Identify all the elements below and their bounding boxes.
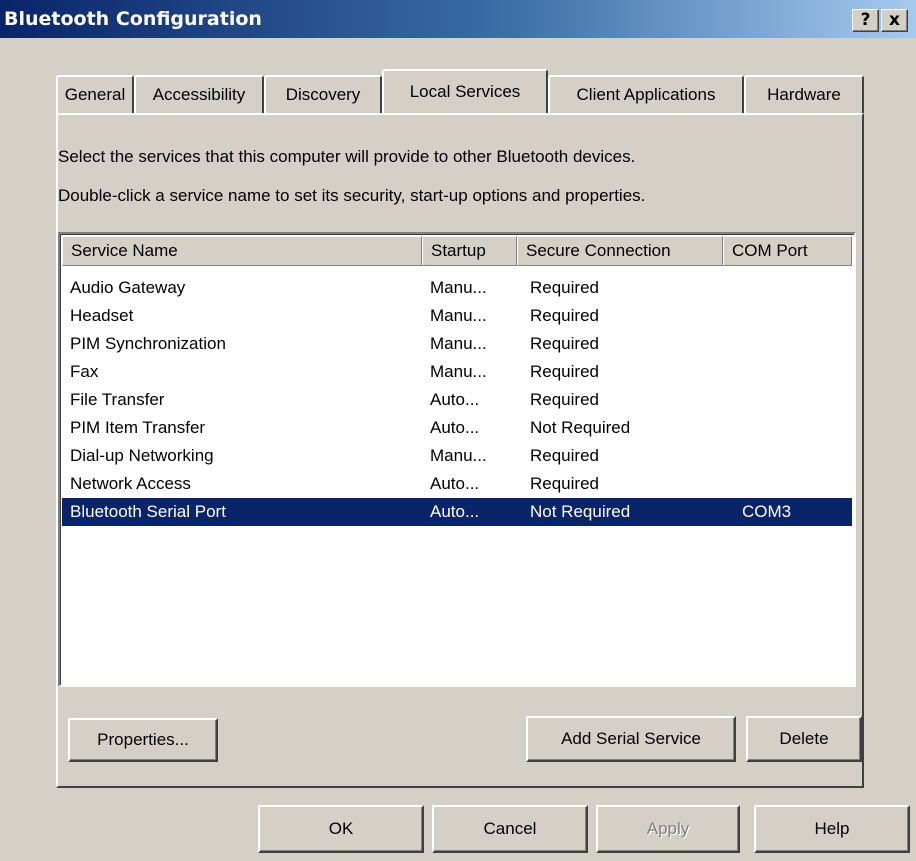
table-row[interactable]: Network Access Auto... Required: [62, 470, 852, 498]
apply-button[interactable]: Apply: [596, 805, 740, 853]
tab-accessibility[interactable]: Accessibility: [134, 75, 264, 113]
startup-cell: Auto...: [430, 390, 480, 409]
table-row[interactable]: Audio Gateway Manu... Required: [62, 274, 852, 302]
tab-client-applications[interactable]: Client Applications: [548, 75, 744, 113]
help-title-button[interactable]: ?: [852, 9, 879, 32]
com-port-cell: COM3: [742, 502, 792, 521]
service-name-cell: Fax: [70, 362, 99, 381]
secure-connection-cell: Required: [530, 306, 599, 325]
instruction-text-2: Double-click a service name to set its s…: [58, 186, 646, 205]
cancel-button[interactable]: Cancel: [432, 805, 588, 853]
column-header-secure-connection[interactable]: Secure Connection: [517, 236, 723, 266]
service-name-cell: Bluetooth Serial Port: [70, 502, 226, 521]
ok-button[interactable]: OK: [258, 805, 424, 853]
table-row[interactable]: File Transfer Auto... Required: [62, 386, 852, 414]
table-row[interactable]: PIM Item Transfer Auto... Not Required: [62, 414, 852, 442]
tab-local-services[interactable]: Local Services: [382, 69, 548, 113]
service-name-cell: Dial-up Networking: [70, 446, 214, 465]
column-header-com-port[interactable]: COM Port: [723, 236, 852, 266]
help-button[interactable]: Help: [754, 805, 910, 853]
title-bar: Bluetooth Configuration ? x: [0, 0, 916, 38]
column-header-startup[interactable]: Startup: [422, 236, 517, 266]
startup-cell: Manu...: [430, 334, 487, 353]
startup-cell: Manu...: [430, 278, 487, 297]
table-row[interactable]: PIM Synchronization Manu... Required: [62, 330, 852, 358]
secure-connection-cell: Not Required: [530, 502, 631, 521]
services-list[interactable]: Service Name Startup Secure Connection C…: [58, 232, 856, 687]
window-title: Bluetooth Configuration: [4, 8, 262, 30]
instruction-text-1: Select the services that this computer w…: [58, 147, 636, 166]
tab-hardware[interactable]: Hardware: [744, 75, 864, 113]
service-name-cell: Network Access: [70, 474, 191, 493]
service-name-cell: Headset: [70, 306, 134, 325]
startup-cell: Auto...: [430, 474, 480, 493]
add-serial-service-button[interactable]: Add Serial Service: [526, 716, 736, 762]
startup-cell: Auto...: [430, 502, 480, 521]
secure-connection-cell: Required: [530, 474, 599, 493]
startup-cell: Manu...: [430, 362, 487, 381]
table-row[interactable]: Dial-up Networking Manu... Required: [62, 442, 852, 470]
service-name-cell: PIM Item Transfer: [70, 418, 206, 437]
startup-cell: Manu...: [430, 306, 487, 325]
secure-connection-cell: Required: [530, 390, 599, 409]
properties-button[interactable]: Properties...: [68, 718, 218, 762]
service-name-cell: PIM Synchronization: [70, 334, 226, 353]
secure-connection-cell: Required: [530, 362, 599, 381]
close-title-button[interactable]: x: [881, 9, 908, 32]
startup-cell: Auto...: [430, 418, 480, 437]
service-name-cell: Audio Gateway: [70, 278, 186, 297]
secure-connection-cell: Not Required: [530, 418, 631, 437]
column-header-service-name[interactable]: Service Name: [62, 236, 422, 266]
secure-connection-cell: Required: [530, 278, 599, 297]
table-row[interactable]: Headset Manu... Required: [62, 302, 852, 330]
service-name-cell: File Transfer: [70, 390, 165, 409]
secure-connection-cell: Required: [530, 334, 599, 353]
table-row[interactable]: Fax Manu... Required: [62, 358, 852, 386]
table-row-selected[interactable]: Bluetooth Serial Port Auto... Not Requir…: [62, 498, 852, 526]
startup-cell: Manu...: [430, 446, 487, 465]
delete-button[interactable]: Delete: [746, 716, 862, 762]
secure-connection-cell: Required: [530, 446, 599, 465]
tab-general[interactable]: General: [56, 75, 134, 113]
tab-discovery[interactable]: Discovery: [264, 75, 382, 113]
